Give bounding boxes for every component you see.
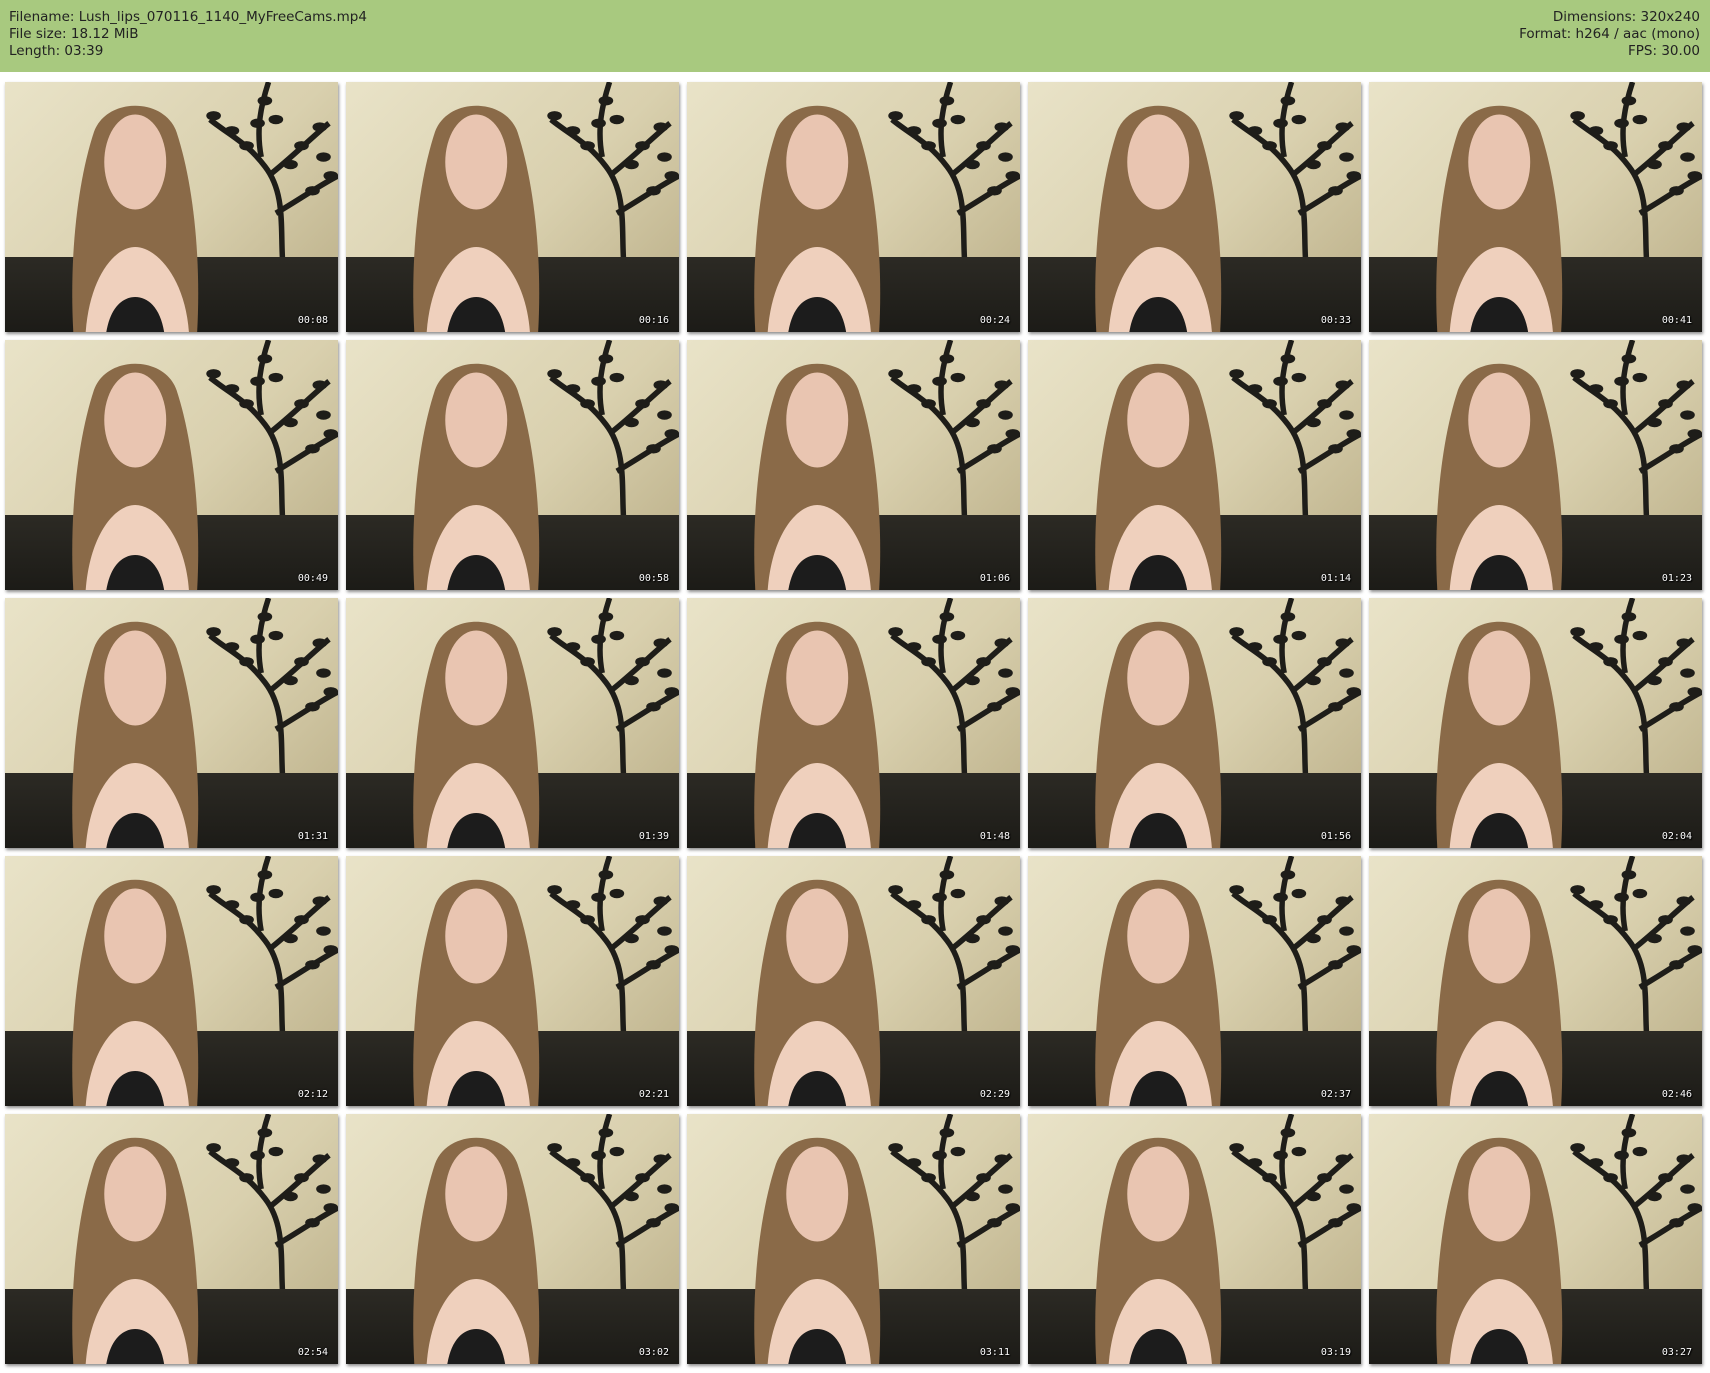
timestamp-label: 01:14: [1320, 573, 1351, 584]
timestamp-label: 02:21: [638, 1089, 669, 1100]
video-thumbnail: 01:31: [5, 598, 338, 848]
person-silhouette: [1094, 879, 1221, 1106]
video-thumbnail: 03:02: [346, 1114, 679, 1364]
person-silhouette: [753, 105, 880, 332]
video-thumbnail: 02:54: [5, 1114, 338, 1364]
person-silhouette: [412, 105, 539, 332]
timestamp-label: 00:16: [638, 315, 669, 326]
timestamp-label: 03:02: [638, 1347, 669, 1358]
timestamp-label: 03:19: [1320, 1347, 1351, 1358]
person-silhouette: [1094, 621, 1221, 848]
timestamp-label: 02:37: [1320, 1089, 1351, 1100]
video-thumbnail: 00:24: [687, 82, 1020, 332]
thumbnail-grid: 00:08 00:16 00:24 00:33 00:41 00:49 00:58 01:06…: [5, 82, 1702, 1364]
video-thumbnail: 03:19: [1028, 1114, 1361, 1364]
person-silhouette: [412, 621, 539, 848]
person-silhouette: [412, 1137, 539, 1364]
timestamp-label: 00:41: [1661, 315, 1692, 326]
video-thumbnail: 02:04: [1369, 598, 1702, 848]
dimensions-text: Dimensions: 320x240: [1552, 9, 1700, 25]
format-text: Format: h264 / aac (mono): [1519, 26, 1700, 42]
video-thumbnail: 00:58: [346, 340, 679, 590]
person-silhouette: [71, 621, 198, 848]
video-thumbnail: 00:16: [346, 82, 679, 332]
video-thumbnail: 02:46: [1369, 856, 1702, 1106]
filename-text: Filename: Lush_lips_070116_1140_MyFreeCa…: [9, 9, 367, 25]
filesize-text: File size: 18.12 MiB: [9, 26, 139, 42]
person-silhouette: [1094, 363, 1221, 590]
video-thumbnail: 03:11: [687, 1114, 1020, 1364]
person-silhouette: [1435, 879, 1562, 1106]
timestamp-label: 00:24: [979, 315, 1010, 326]
file-info-right: Dimensions: 320x240 Format: h264 / aac (…: [1519, 9, 1700, 60]
timestamp-label: 02:12: [297, 1089, 328, 1100]
timestamp-label: 03:27: [1661, 1347, 1692, 1358]
timestamp-label: 00:58: [638, 573, 669, 584]
person-silhouette: [1435, 363, 1562, 590]
video-thumbnail: 00:41: [1369, 82, 1702, 332]
timestamp-label: 02:46: [1661, 1089, 1692, 1100]
timestamp-label: 03:11: [979, 1347, 1010, 1358]
video-thumbnail: 01:23: [1369, 340, 1702, 590]
person-silhouette: [1435, 621, 1562, 848]
info-header: Filename: Lush_lips_070116_1140_MyFreeCa…: [0, 0, 1710, 72]
person-silhouette: [753, 363, 880, 590]
video-thumbnail: 01:39: [346, 598, 679, 848]
timestamp-label: 01:23: [1661, 573, 1692, 584]
person-silhouette: [412, 363, 539, 590]
timestamp-label: 00:08: [297, 315, 328, 326]
person-silhouette: [1094, 105, 1221, 332]
timestamp-label: 01:06: [979, 573, 1010, 584]
video-thumbnail: 00:08: [5, 82, 338, 332]
video-thumbnail: 00:49: [5, 340, 338, 590]
person-silhouette: [1435, 105, 1562, 332]
person-silhouette: [71, 879, 198, 1106]
file-info-left: Filename: Lush_lips_070116_1140_MyFreeCa…: [9, 9, 367, 60]
person-silhouette: [412, 879, 539, 1106]
person-silhouette: [71, 363, 198, 590]
person-silhouette: [753, 1137, 880, 1364]
video-thumbnail: 00:33: [1028, 82, 1361, 332]
timestamp-label: 02:04: [1661, 831, 1692, 842]
video-thumbnail: 01:48: [687, 598, 1020, 848]
video-thumbnail: 02:29: [687, 856, 1020, 1106]
person-silhouette: [71, 1137, 198, 1364]
video-thumbnail: 01:56: [1028, 598, 1361, 848]
person-silhouette: [71, 105, 198, 332]
timestamp-label: 01:39: [638, 831, 669, 842]
timestamp-label: 01:56: [1320, 831, 1351, 842]
video-thumbnail: 01:06: [687, 340, 1020, 590]
timestamp-label: 02:29: [979, 1089, 1010, 1100]
person-silhouette: [1094, 1137, 1221, 1364]
video-thumbnail: 01:14: [1028, 340, 1361, 590]
person-silhouette: [753, 879, 880, 1106]
person-silhouette: [753, 621, 880, 848]
video-thumbnail: 03:27: [1369, 1114, 1702, 1364]
length-text: Length: 03:39: [9, 43, 104, 59]
timestamp-label: 00:33: [1320, 315, 1351, 326]
person-silhouette: [1435, 1137, 1562, 1364]
timestamp-label: 02:54: [297, 1347, 328, 1358]
timestamp-label: 01:48: [979, 831, 1010, 842]
video-thumbnail: 02:37: [1028, 856, 1361, 1106]
video-thumbnail: 02:12: [5, 856, 338, 1106]
video-thumbnail: 02:21: [346, 856, 679, 1106]
fps-text: FPS: 30.00: [1628, 43, 1700, 59]
timestamp-label: 00:49: [297, 573, 328, 584]
timestamp-label: 01:31: [297, 831, 328, 842]
